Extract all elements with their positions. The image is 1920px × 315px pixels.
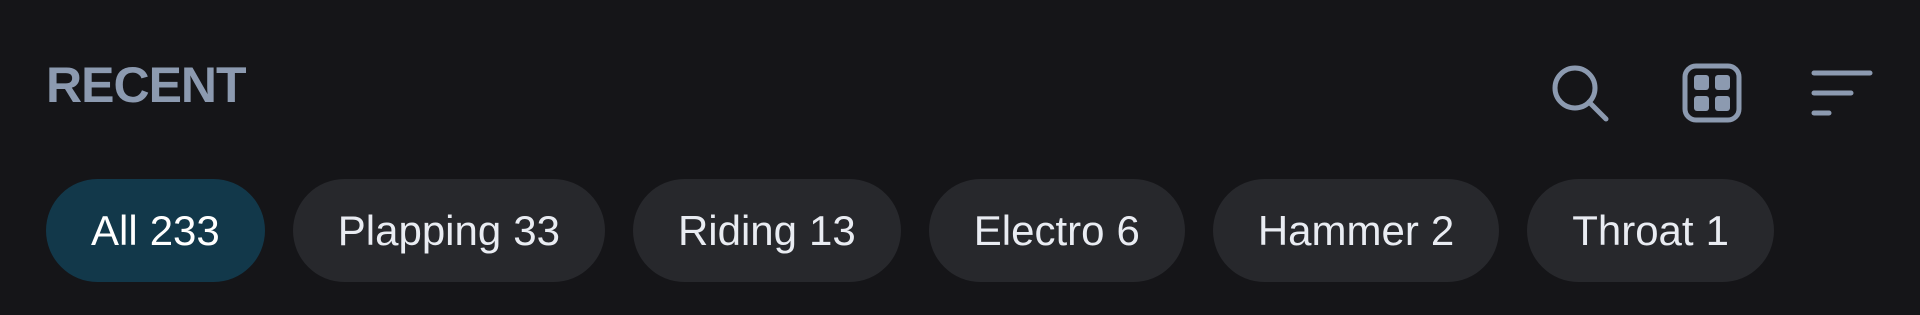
chip-label: All [91,206,138,254]
recent-section: RECENT All 233 Plapping 33 Riding 13 Ele… [0,0,1920,315]
filter-chip-throat[interactable]: Throat 1 [1527,179,1774,282]
chip-count: 33 [513,206,560,254]
chip-label: Throat [1572,206,1694,254]
grid-view-button[interactable] [1677,58,1747,128]
chip-label: Electro [973,206,1105,254]
sort-button[interactable] [1807,58,1877,128]
filter-chip-hammer[interactable]: Hammer 2 [1212,179,1500,282]
search-button[interactable] [1545,58,1615,128]
sort-icon [1811,70,1873,116]
filter-chip-riding[interactable]: Riding 13 [632,179,901,282]
filter-chip-all[interactable]: All 233 [46,179,265,282]
grid-view-icon [1682,63,1742,123]
filter-chip-plapping[interactable]: Plapping 33 [292,179,605,282]
chip-count: 1 [1705,206,1729,254]
filter-chip-electro[interactable]: Electro 6 [928,179,1185,282]
filter-chips: All 233 Plapping 33 Riding 13 Electro 6 Hamm… [46,179,1774,282]
chip-count: 2 [1430,206,1455,254]
chip-label: Hammer [1257,206,1419,254]
chip-label: Plapping [337,206,502,254]
section-title: RECENT [46,57,247,113]
chip-label: Riding [677,206,798,254]
chip-count: 6 [1116,206,1140,254]
chip-count: 233 [149,206,220,254]
search-icon [1552,65,1609,122]
chip-count: 13 [809,206,856,254]
